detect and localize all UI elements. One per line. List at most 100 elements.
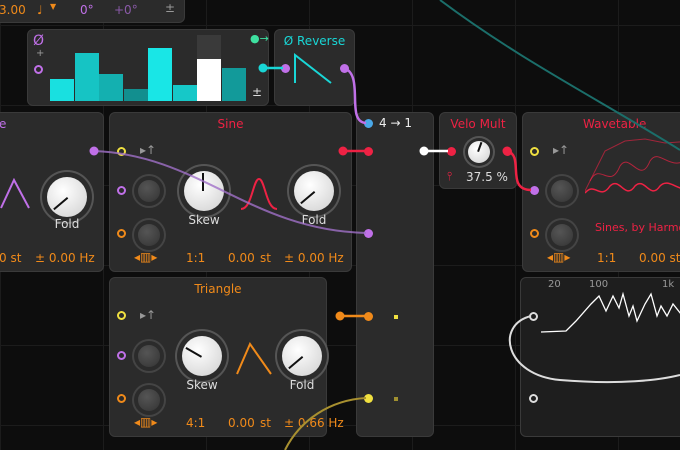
keyboard-icon[interactable]: ◂▥▸ xyxy=(547,250,570,264)
velo-out-port[interactable] xyxy=(503,147,512,156)
velo-mult-title: Velo Mult xyxy=(450,117,506,131)
skew-label: Skew xyxy=(186,378,218,392)
step-bar[interactable] xyxy=(74,53,99,101)
skew-knob[interactable] xyxy=(184,171,224,211)
phase-offset-value[interactable]: +0° xyxy=(114,3,138,17)
gate-in-port[interactable] xyxy=(117,147,126,156)
pitch-mod-knob[interactable] xyxy=(551,224,573,246)
select-in-port[interactable] xyxy=(364,119,373,128)
ratio-value[interactable]: 1:1 xyxy=(186,251,205,265)
pitch-in-port[interactable] xyxy=(117,394,126,403)
retrigger-icon[interactable]: ▸↑ xyxy=(140,143,156,157)
pitch-value[interactable]: 0.00 xyxy=(228,416,255,430)
skew-label: Skew xyxy=(188,213,220,227)
velocity-pin-icon: ⫯ xyxy=(447,169,453,183)
audio-in-port-2[interactable] xyxy=(529,394,538,403)
fold-knob[interactable] xyxy=(282,336,322,376)
wavetable-title: Wavetable xyxy=(583,117,647,131)
step-bar[interactable] xyxy=(50,79,74,101)
pitch-mod-knob[interactable] xyxy=(138,389,160,411)
step-bar[interactable] xyxy=(197,59,221,101)
pitch-value[interactable]: 0 st xyxy=(0,251,21,265)
merge-in-4[interactable] xyxy=(364,394,373,403)
index-in-port[interactable] xyxy=(530,186,539,195)
reverse-in-port[interactable] xyxy=(281,64,290,73)
step-bar[interactable] xyxy=(148,48,172,101)
fold-label: Fold xyxy=(301,213,327,227)
keyboard-icon[interactable]: ◂▥▸ xyxy=(134,415,157,429)
left-module-panel: e Fold 0 st ± 0.00 Hz xyxy=(0,112,104,272)
sine-panel: Sine ▸↑ ◂▥▸ Skew Fold 1:1 0.00 st ± 0.00… xyxy=(109,112,352,272)
reverse-panel: Ø Reverse xyxy=(274,29,355,106)
step-bar[interactable] xyxy=(99,74,123,101)
fold-knob[interactable] xyxy=(47,177,87,217)
index-mod-knob[interactable] xyxy=(551,180,573,202)
retrigger-icon[interactable]: ▸↑ xyxy=(140,308,156,322)
dropdown-arrow-icon[interactable]: ▼ xyxy=(50,2,56,11)
left-module-title: e xyxy=(0,117,7,131)
gate-in-port[interactable] xyxy=(117,311,126,320)
velo-amount-knob[interactable] xyxy=(468,141,490,163)
plus-icon: + xyxy=(36,48,45,59)
bipolar-toggle[interactable]: ± xyxy=(252,85,262,99)
phase-in-port[interactable] xyxy=(34,65,43,74)
phase-icon: Ø xyxy=(33,33,45,49)
pitch-in-port[interactable] xyxy=(530,229,539,238)
phase-value[interactable]: 0° xyxy=(80,3,94,17)
merge-in-1[interactable] xyxy=(364,147,373,156)
wavetable-name[interactable]: Sines, by Harmonic xyxy=(595,221,680,234)
phase-in-port[interactable] xyxy=(117,351,126,360)
velo-amount-value[interactable]: 37.5 % xyxy=(466,170,508,184)
spectrum-panel: 20 100 1k xyxy=(520,277,680,437)
sine-title: Sine xyxy=(217,117,244,131)
step-bar[interactable] xyxy=(123,89,148,101)
step-bar[interactable] xyxy=(221,68,246,101)
reverse-out-port[interactable] xyxy=(340,64,349,73)
velo-in-port[interactable] xyxy=(447,147,456,156)
retrigger-icon[interactable]: ▸↑ xyxy=(553,143,569,157)
merge-in-2[interactable] xyxy=(364,229,373,238)
step-bar[interactable] xyxy=(172,85,197,101)
velo-mult-panel: Velo Mult ⫯ 37.5 % xyxy=(439,112,517,189)
pitch-in-port[interactable] xyxy=(117,229,126,238)
audio-in-port[interactable] xyxy=(529,312,538,321)
fold-label: Fold xyxy=(289,378,315,392)
quarter-note-icon[interactable]: ♩ xyxy=(37,3,43,17)
triangle-shape-display xyxy=(236,342,272,375)
pitch-unit: st xyxy=(260,251,271,265)
pitch-mod-knob[interactable] xyxy=(138,224,160,246)
phase-in-port[interactable] xyxy=(117,186,126,195)
step-sequencer-panel: Ø + ± ●→ xyxy=(27,29,269,106)
wavetable-panel: Wavetable ▸↑ Sines, by Harmonic ◂▥▸ 1:1 … xyxy=(522,112,680,272)
bipolar-toggle[interactable]: ± xyxy=(165,1,175,15)
skew-knob[interactable] xyxy=(182,336,222,376)
triangle-title: Triangle xyxy=(194,282,242,296)
merge-in-3[interactable] xyxy=(364,312,373,321)
gate-in-port[interactable] xyxy=(530,147,539,156)
freq-value[interactable]: ± 0.00 Hz xyxy=(35,251,95,265)
sine-shape-display xyxy=(240,177,278,210)
phase-mod-knob[interactable] xyxy=(138,180,160,202)
step-indicator-3 xyxy=(394,315,398,319)
pitch-value[interactable]: 0.00 xyxy=(228,251,255,265)
triangle-shape-display xyxy=(0,178,30,209)
step-indicator-4 xyxy=(394,397,398,401)
output-arrow-icon: ●→ xyxy=(250,32,269,45)
wavetable-display xyxy=(585,138,680,194)
pitch-value[interactable]: 0.00 st xyxy=(639,251,680,265)
reverse-ramp-icon xyxy=(294,53,332,84)
fold-knob[interactable] xyxy=(294,171,334,211)
reverse-title: Ø Reverse xyxy=(283,34,346,48)
keyboard-icon[interactable]: ◂▥▸ xyxy=(134,250,157,264)
top-panel: 3.00 ♩ ▼ 0° +0° ± xyxy=(0,0,185,23)
triangle-panel: Triangle ▸↑ ◂▥▸ Skew Fold 4:1 0.00 st ± … xyxy=(109,277,344,437)
freq-value[interactable]: ± 0.00 Hz xyxy=(284,251,344,265)
freq-value[interactable]: ± 0.66 Hz xyxy=(284,416,344,430)
ratio-value[interactable]: 4:1 xyxy=(186,416,205,430)
spectrum-curve xyxy=(541,291,680,333)
phase-mod-knob[interactable] xyxy=(138,345,160,367)
merge-panel: 4 → 1 xyxy=(356,112,434,437)
merge-title: 4 → 1 xyxy=(379,116,412,130)
rate-value[interactable]: 3.00 xyxy=(0,3,26,17)
ratio-value[interactable]: 1:1 xyxy=(597,251,616,265)
